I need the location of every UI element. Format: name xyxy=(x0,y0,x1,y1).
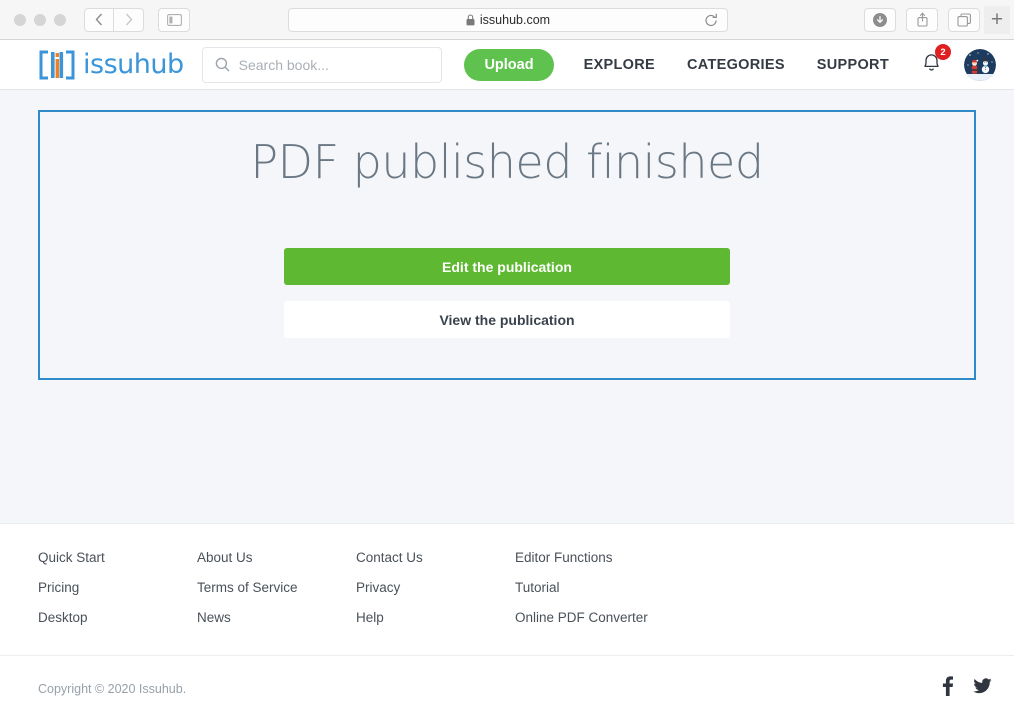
footer-column: Quick Start Pricing Desktop xyxy=(38,550,197,625)
user-avatar-icon xyxy=(964,48,996,81)
address-bar-content: issuhub.com xyxy=(466,13,550,27)
footer-bottom-bar: Copyright © 2020 Issuhub. xyxy=(0,655,1014,721)
copyright-text: Copyright © 2020 Issuhub. xyxy=(38,681,187,696)
search-input[interactable]: Search book... xyxy=(239,57,329,73)
view-publication-button[interactable]: View the publication xyxy=(284,301,730,338)
footer-column: Contact Us Privacy Help xyxy=(356,550,515,625)
site-footer: Quick Start Pricing Desktop About Us Ter… xyxy=(0,523,1014,721)
reload-icon xyxy=(705,13,717,26)
download-icon xyxy=(873,12,887,27)
footer-link-contact-us[interactable]: Contact Us xyxy=(356,550,423,565)
navigation-buttons xyxy=(84,7,144,32)
window-traffic-lights xyxy=(14,13,66,26)
sidebar-toggle-icon xyxy=(166,13,182,26)
address-bar[interactable]: issuhub.com xyxy=(288,7,728,33)
url-text: issuhub.com xyxy=(479,12,551,27)
social-links xyxy=(942,676,992,701)
forward-button[interactable] xyxy=(114,7,144,32)
logo-text: issuhub xyxy=(83,49,184,80)
close-window-button[interactable] xyxy=(14,13,26,26)
search-icon xyxy=(215,57,230,72)
search-box[interactable]: Search book... xyxy=(201,46,442,83)
share-button[interactable] xyxy=(906,7,938,32)
footer-link-quick-start[interactable]: Quick Start xyxy=(38,550,105,565)
nav-item-explore[interactable]: EXPLORE xyxy=(584,57,655,73)
avatar[interactable] xyxy=(964,48,996,81)
footer-column: About Us Terms of Service News xyxy=(197,550,356,625)
footer-link-online-pdf-converter[interactable]: Online PDF Converter xyxy=(515,610,648,625)
page-title: PDF published finished xyxy=(250,135,764,189)
footer-link-news[interactable]: News xyxy=(197,610,231,625)
nav-item-categories[interactable]: CATEGORIES xyxy=(687,57,785,73)
facebook-icon xyxy=(942,676,954,696)
logo[interactable]: issuhub xyxy=(38,49,184,80)
footer-column: Editor Functions Tutorial Online PDF Con… xyxy=(515,550,674,625)
maximize-window-button[interactable] xyxy=(54,13,66,26)
tab-overview-icon xyxy=(956,12,971,27)
back-button[interactable] xyxy=(84,7,114,32)
footer-link-columns: Quick Start Pricing Desktop About Us Ter… xyxy=(0,524,1014,625)
footer-link-help[interactable]: Help xyxy=(356,610,384,625)
downloads-button[interactable] xyxy=(864,7,896,32)
footer-link-editor-functions[interactable]: Editor Functions xyxy=(515,550,613,565)
facebook-link[interactable] xyxy=(942,676,954,701)
footer-link-about-us[interactable]: About Us xyxy=(197,550,253,565)
twitter-link[interactable] xyxy=(973,677,992,700)
page-body: PDF published finished Edit the publicat… xyxy=(0,90,1014,721)
sidebar-toggle-button[interactable] xyxy=(158,7,190,32)
new-tab-button[interactable]: + xyxy=(984,6,1010,34)
footer-link-privacy[interactable]: Privacy xyxy=(356,580,400,595)
browser-toolbar: issuhub.com + xyxy=(0,0,1014,40)
notifications-button[interactable]: 2 xyxy=(921,44,951,78)
forward-chevron-icon xyxy=(125,13,132,26)
site-header: issuhub Search book... Upload EXPLORE CA… xyxy=(0,40,1014,90)
share-icon xyxy=(916,12,928,27)
footer-link-desktop[interactable]: Desktop xyxy=(38,610,88,625)
tab-overview-button[interactable] xyxy=(948,7,980,32)
footer-link-tutorial[interactable]: Tutorial xyxy=(515,580,560,595)
edit-publication-button[interactable]: Edit the publication xyxy=(284,248,730,285)
header-actions: Upload EXPLORE CATEGORIES SUPPORT 2 xyxy=(464,44,996,81)
footer-link-terms-of-service[interactable]: Terms of Service xyxy=(197,580,298,595)
lock-icon xyxy=(466,13,475,25)
action-buttons: Edit the publication View the publicatio… xyxy=(284,248,730,338)
bracket-i-logo-icon xyxy=(39,50,75,79)
twitter-icon xyxy=(973,677,992,693)
back-chevron-icon xyxy=(95,13,103,26)
browser-tools xyxy=(864,7,980,32)
upload-button[interactable]: Upload xyxy=(464,48,554,81)
footer-link-pricing[interactable]: Pricing xyxy=(38,580,79,595)
publish-result-card: PDF published finished Edit the publicat… xyxy=(38,110,976,380)
minimize-window-button[interactable] xyxy=(34,13,46,26)
reload-button[interactable] xyxy=(704,13,718,33)
notification-count-badge: 2 xyxy=(935,44,951,60)
nav-item-support[interactable]: SUPPORT xyxy=(817,57,889,73)
